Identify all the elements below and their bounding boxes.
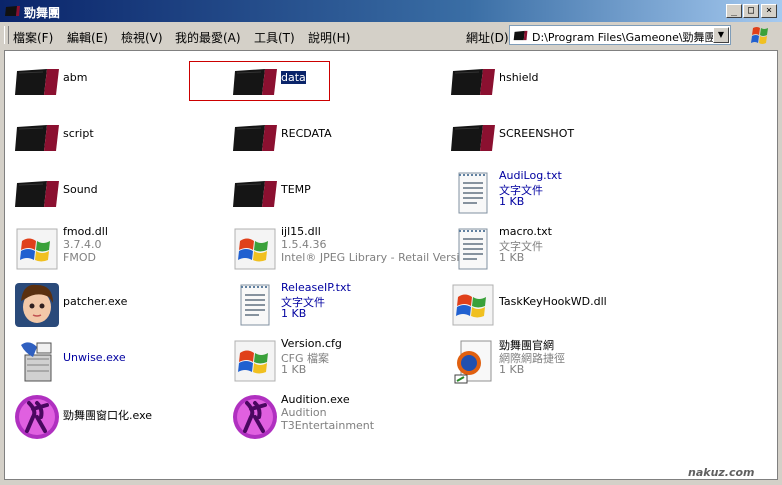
dll-icon: [449, 281, 497, 329]
folder-icon: [5, 6, 20, 16]
dll-icon: [231, 337, 279, 385]
internet-shortcut-icon: [449, 337, 497, 385]
folder-icon: [449, 57, 497, 105]
folder-icon: [231, 57, 279, 105]
list-item[interactable]: patcher.exe: [9, 279, 219, 331]
item-name: macro.txt: [499, 225, 552, 238]
file-list[interactable]: abm data hshield script RECDATA SCREENSHOT Sou…: [4, 50, 778, 480]
dll-icon: [13, 225, 61, 273]
list-item[interactable]: TEMP: [227, 167, 437, 219]
list-item[interactable]: hshield: [445, 55, 655, 107]
installer-icon: [13, 337, 61, 385]
folder-icon: [13, 57, 61, 105]
dll-icon: [231, 225, 279, 273]
maximize-button[interactable]: □: [743, 4, 759, 18]
address-label: 網址(D): [466, 31, 509, 45]
item-size: 1 KB: [281, 363, 307, 376]
window-title: 勁舞團: [24, 6, 61, 20]
list-item[interactable]: data: [227, 55, 437, 107]
chevron-down-icon[interactable]: ▼: [713, 27, 729, 43]
item-name: Audition.exe: [281, 393, 350, 406]
list-item[interactable]: Audition.exe Audition T3Entertainment: [227, 391, 437, 443]
list-item[interactable]: Unwise.exe: [9, 335, 219, 387]
list-item[interactable]: macro.txt 文字文件 1 KB: [445, 223, 655, 275]
audition-icon: [13, 393, 61, 441]
item-name: script: [63, 127, 94, 140]
item-size: 1 KB: [499, 251, 525, 264]
menu-tools[interactable]: 工具(T): [254, 29, 295, 46]
item-description: FMOD: [63, 251, 96, 264]
windows-logo-icon: [744, 24, 776, 48]
item-name: TaskKeyHookWD.dll: [499, 295, 607, 308]
folder-icon: [513, 30, 528, 41]
item-name: 勁舞團窗口化.exe: [63, 409, 153, 422]
explorer-window: 勁舞團 _ □ × 檔案(F) 編輯(E) 檢視(V) 我的最愛(A) 工具(T…: [0, 0, 782, 485]
item-name: data: [281, 71, 306, 84]
list-item[interactable]: TaskKeyHookWD.dll: [445, 279, 655, 331]
address-path: D:\Program Files\Gameone\勁舞團: [532, 31, 716, 44]
title-bar[interactable]: 勁舞團 _ □ ×: [0, 0, 782, 22]
item-name: AudiLog.txt: [499, 169, 562, 182]
item-name: Version.cfg: [281, 337, 342, 350]
list-item[interactable]: 勁舞團窗口化.exe: [9, 391, 219, 443]
list-item[interactable]: Version.cfg CFG 檔案 1 KB: [227, 335, 437, 387]
list-item[interactable]: Sound: [9, 167, 219, 219]
text-file-icon: [231, 281, 279, 329]
list-item[interactable]: AudiLog.txt 文字文件 1 KB: [445, 167, 655, 219]
address-field[interactable]: D:\Program Files\Gameone\勁舞團 ▼: [509, 25, 731, 45]
toolbar-grip[interactable]: [4, 26, 9, 44]
list-item[interactable]: SCREENSHOT: [445, 111, 655, 163]
item-name: ijl15.dll: [281, 225, 321, 238]
patcher-icon: [13, 281, 61, 329]
menu-edit[interactable]: 編輯(E): [67, 29, 108, 46]
folder-icon: [231, 169, 279, 217]
list-item[interactable]: ijl15.dll 1.5.4.36 Intel® JPEG Library - R…: [227, 223, 473, 275]
audition-icon: [231, 393, 279, 441]
item-name: ReleaseIP.txt: [281, 281, 351, 294]
menu-favorites[interactable]: 我的最愛(A): [175, 29, 241, 46]
menu-view[interactable]: 檢視(V): [121, 29, 163, 46]
item-size: 1 KB: [499, 195, 525, 208]
minimize-button[interactable]: _: [726, 4, 742, 18]
folder-icon: [449, 113, 497, 161]
folder-icon: [13, 113, 61, 161]
list-item[interactable]: RECDATA: [227, 111, 437, 163]
list-item[interactable]: 勁舞團官網 網際網路捷徑 1 KB: [445, 335, 655, 387]
list-item[interactable]: ReleaseIP.txt 文字文件 1 KB: [227, 279, 437, 331]
item-name: TEMP: [281, 183, 311, 196]
item-name: Unwise.exe: [63, 351, 126, 364]
list-item[interactable]: fmod.dll 3.7.4.0 FMOD: [9, 223, 219, 275]
folder-icon: [231, 113, 279, 161]
item-name: fmod.dll: [63, 225, 108, 238]
close-button[interactable]: ×: [761, 4, 777, 18]
item-name: SCREENSHOT: [499, 127, 575, 140]
item-size: 1 KB: [281, 307, 307, 320]
item-company: T3Entertainment: [281, 419, 375, 432]
watermark: nakuz.com: [688, 466, 755, 479]
list-item[interactable]: abm: [9, 55, 219, 107]
item-name: Sound: [63, 183, 98, 196]
item-name: hshield: [499, 71, 539, 84]
item-name: abm: [63, 71, 88, 84]
folder-icon: [13, 169, 61, 217]
item-size: 1 KB: [499, 363, 525, 376]
item-version: 1.5.4.36: [281, 238, 327, 251]
list-item[interactable]: script: [9, 111, 219, 163]
item-name: RECDATA: [281, 127, 332, 140]
text-file-icon: [449, 225, 497, 273]
text-file-icon: [449, 169, 497, 217]
menu-file[interactable]: 檔案(F): [13, 29, 53, 46]
item-product: Audition: [281, 406, 327, 419]
item-version: 3.7.4.0: [63, 238, 102, 251]
item-name: patcher.exe: [63, 295, 128, 308]
menu-help[interactable]: 說明(H): [308, 29, 350, 46]
